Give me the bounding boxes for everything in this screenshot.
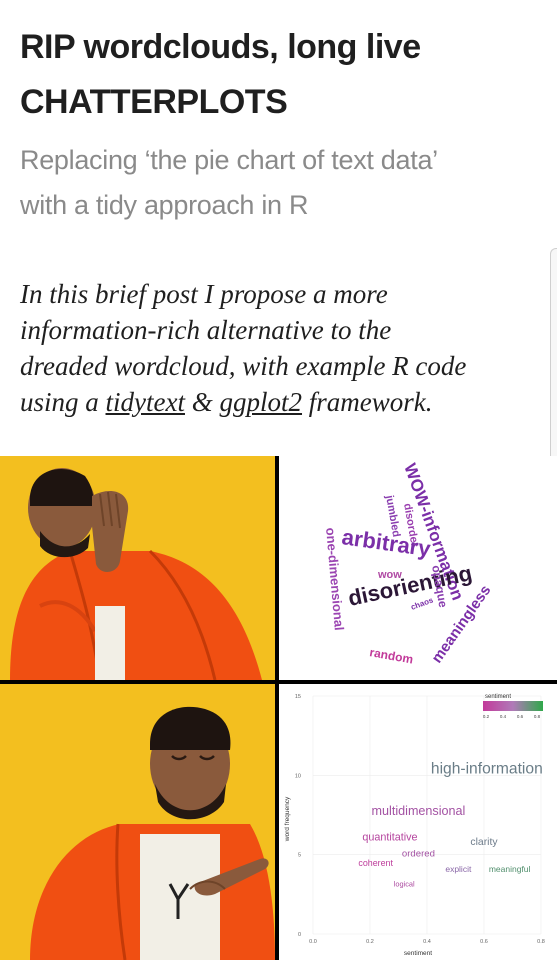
legend-tick-label: 0.4 bbox=[500, 714, 507, 719]
y-tick-label: 0 bbox=[298, 932, 301, 938]
chart-legend: sentiment 0.2 0.4 0.6 0.8 bbox=[483, 694, 543, 719]
drake-approving-image bbox=[0, 684, 275, 960]
ggplot2-link[interactable]: ggplot2 bbox=[220, 387, 303, 417]
x-tick-label: 0.8 bbox=[537, 939, 545, 945]
intro-line-1: In this brief post I propose a more bbox=[20, 279, 388, 309]
x-tick-label: 0.2 bbox=[366, 939, 374, 945]
legend-title: sentiment bbox=[485, 694, 511, 700]
y-tick-label: 10 bbox=[295, 773, 301, 779]
chart-word-point: ordered bbox=[402, 848, 435, 859]
intro-line-4-pre: using a bbox=[20, 387, 106, 417]
drake-disapproving-image bbox=[0, 456, 275, 680]
chart-word-point: meaningful bbox=[489, 864, 531, 874]
intro-line-4-post: framework. bbox=[302, 387, 433, 417]
y-tick-label: 15 bbox=[295, 694, 301, 700]
title-line-1: RIP wordclouds, long live bbox=[20, 28, 421, 66]
intro-line-2: information-rich alternative to the bbox=[20, 315, 392, 345]
intro-line-3: dreaded wordcloud, with example R code bbox=[20, 351, 467, 381]
x-tick-label: 0.6 bbox=[480, 939, 488, 945]
chatterplot-panel: 0.0 0.2 0.4 0.6 0.8 0 5 10 15 high-information mu… bbox=[279, 684, 557, 960]
article-title: RIP wordclouds, long live CHATTERPLOTS bbox=[20, 20, 550, 130]
subtitle-line-2: with a tidy approach in R bbox=[20, 190, 309, 220]
wc-word-arbitrary: arbitrary bbox=[340, 524, 433, 561]
subtitle-line-1: Replacing ‘the pie chart of text data’ bbox=[20, 145, 438, 175]
drake-approving-photo bbox=[0, 684, 275, 960]
legend-tick-label: 0.2 bbox=[483, 714, 490, 719]
chart-points: high-information multidimensional quantita… bbox=[358, 761, 542, 889]
y-axis-label: word frequency bbox=[284, 796, 291, 842]
tidytext-link[interactable]: tidytext bbox=[106, 387, 185, 417]
chart-word-point: logical bbox=[394, 879, 415, 888]
chart-word-point: clarity bbox=[470, 837, 498, 848]
article-intro: In this brief post I propose a more info… bbox=[20, 276, 550, 420]
wc-word-chaos: chaos bbox=[410, 595, 435, 612]
wordcloud: WOW-information jumbled disorder one-dim… bbox=[323, 461, 494, 667]
chart-word-point: quantitative bbox=[362, 831, 417, 843]
article-subtitle: Replacing ‘the pie chart of text data’ w… bbox=[20, 138, 550, 228]
legend-tick-label: 0.8 bbox=[534, 714, 541, 719]
wc-word-random: random bbox=[368, 645, 414, 666]
chart-word-point: multidimensional bbox=[372, 804, 466, 818]
chart-ticks: 0.0 0.2 0.4 0.6 0.8 0 5 10 15 bbox=[295, 694, 545, 945]
title-line-2: CHATTERPLOTS bbox=[20, 83, 288, 121]
chatterplot-chart: 0.0 0.2 0.4 0.6 0.8 0 5 10 15 high-information mu… bbox=[284, 694, 545, 957]
intro-line-4-mid: & bbox=[184, 387, 220, 417]
x-axis-label: sentiment bbox=[404, 950, 432, 957]
chart-word-point: coherent bbox=[358, 858, 393, 868]
chart-word-point: explicit bbox=[445, 864, 472, 874]
legend-colorbar bbox=[483, 701, 543, 711]
drake-disapproving-photo bbox=[0, 456, 275, 680]
y-tick-label: 5 bbox=[298, 853, 301, 859]
chart-word-point: high-information bbox=[431, 761, 543, 778]
drake-meme: WOW-information jumbled disorder one-dim… bbox=[0, 456, 557, 960]
x-tick-label: 0.4 bbox=[423, 939, 431, 945]
wordcloud-panel: WOW-information jumbled disorder one-dim… bbox=[279, 456, 557, 680]
intro-line-4: using a tidytext & ggplot2 framework. bbox=[20, 384, 550, 420]
legend-tick-label: 0.6 bbox=[517, 714, 524, 719]
x-tick-label: 0.0 bbox=[309, 939, 317, 945]
